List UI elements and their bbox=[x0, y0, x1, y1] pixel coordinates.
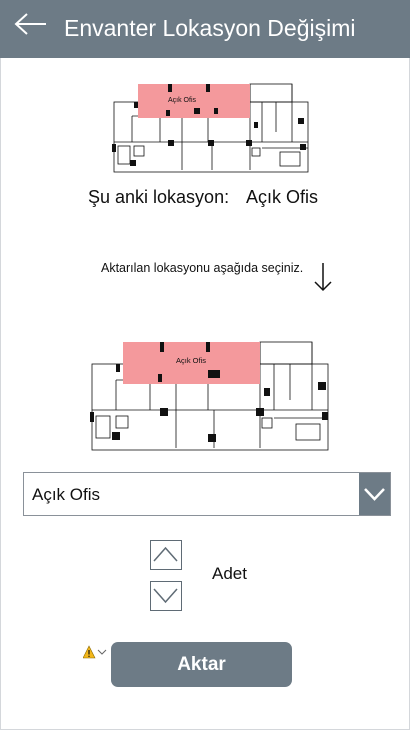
chevron-down-icon bbox=[153, 588, 178, 604]
current-location-floorplan: Açık Ofis bbox=[112, 83, 309, 173]
floorplan-room-label: Açık Ofis bbox=[168, 97, 197, 104]
current-location-label: Şu anki lokasyon: bbox=[88, 187, 230, 207]
back-arrow-icon[interactable] bbox=[14, 12, 48, 42]
title-bar: Envanter Lokasyon Değişimi bbox=[0, 0, 410, 58]
page-title: Envanter Lokasyon Değişimi bbox=[64, 15, 356, 41]
floorplan-room-label: Açık Ofis bbox=[176, 356, 206, 365]
instruction-text: Aktarılan lokasyonu aşağıda seçiniz. bbox=[101, 261, 304, 275]
location-dropdown-value: Açık Ofis bbox=[32, 485, 101, 504]
quantity-decrease-button[interactable] bbox=[150, 581, 182, 611]
dropdown-toggle-button[interactable] bbox=[359, 473, 390, 515]
chevron-down-icon bbox=[364, 488, 385, 501]
quantity-label: Adet bbox=[212, 564, 247, 583]
target-location-floorplan: Açık Ofis bbox=[90, 341, 329, 451]
quantity-increase-button[interactable] bbox=[150, 540, 182, 570]
location-dropdown[interactable]: Açık Ofis bbox=[23, 472, 391, 516]
arrow-down-icon bbox=[314, 263, 332, 292]
transfer-button[interactable]: Aktar bbox=[111, 642, 292, 687]
chevron-up-icon bbox=[153, 546, 178, 562]
current-location-value: Açık Ofis bbox=[246, 187, 319, 207]
warning-icon[interactable] bbox=[83, 645, 109, 659]
